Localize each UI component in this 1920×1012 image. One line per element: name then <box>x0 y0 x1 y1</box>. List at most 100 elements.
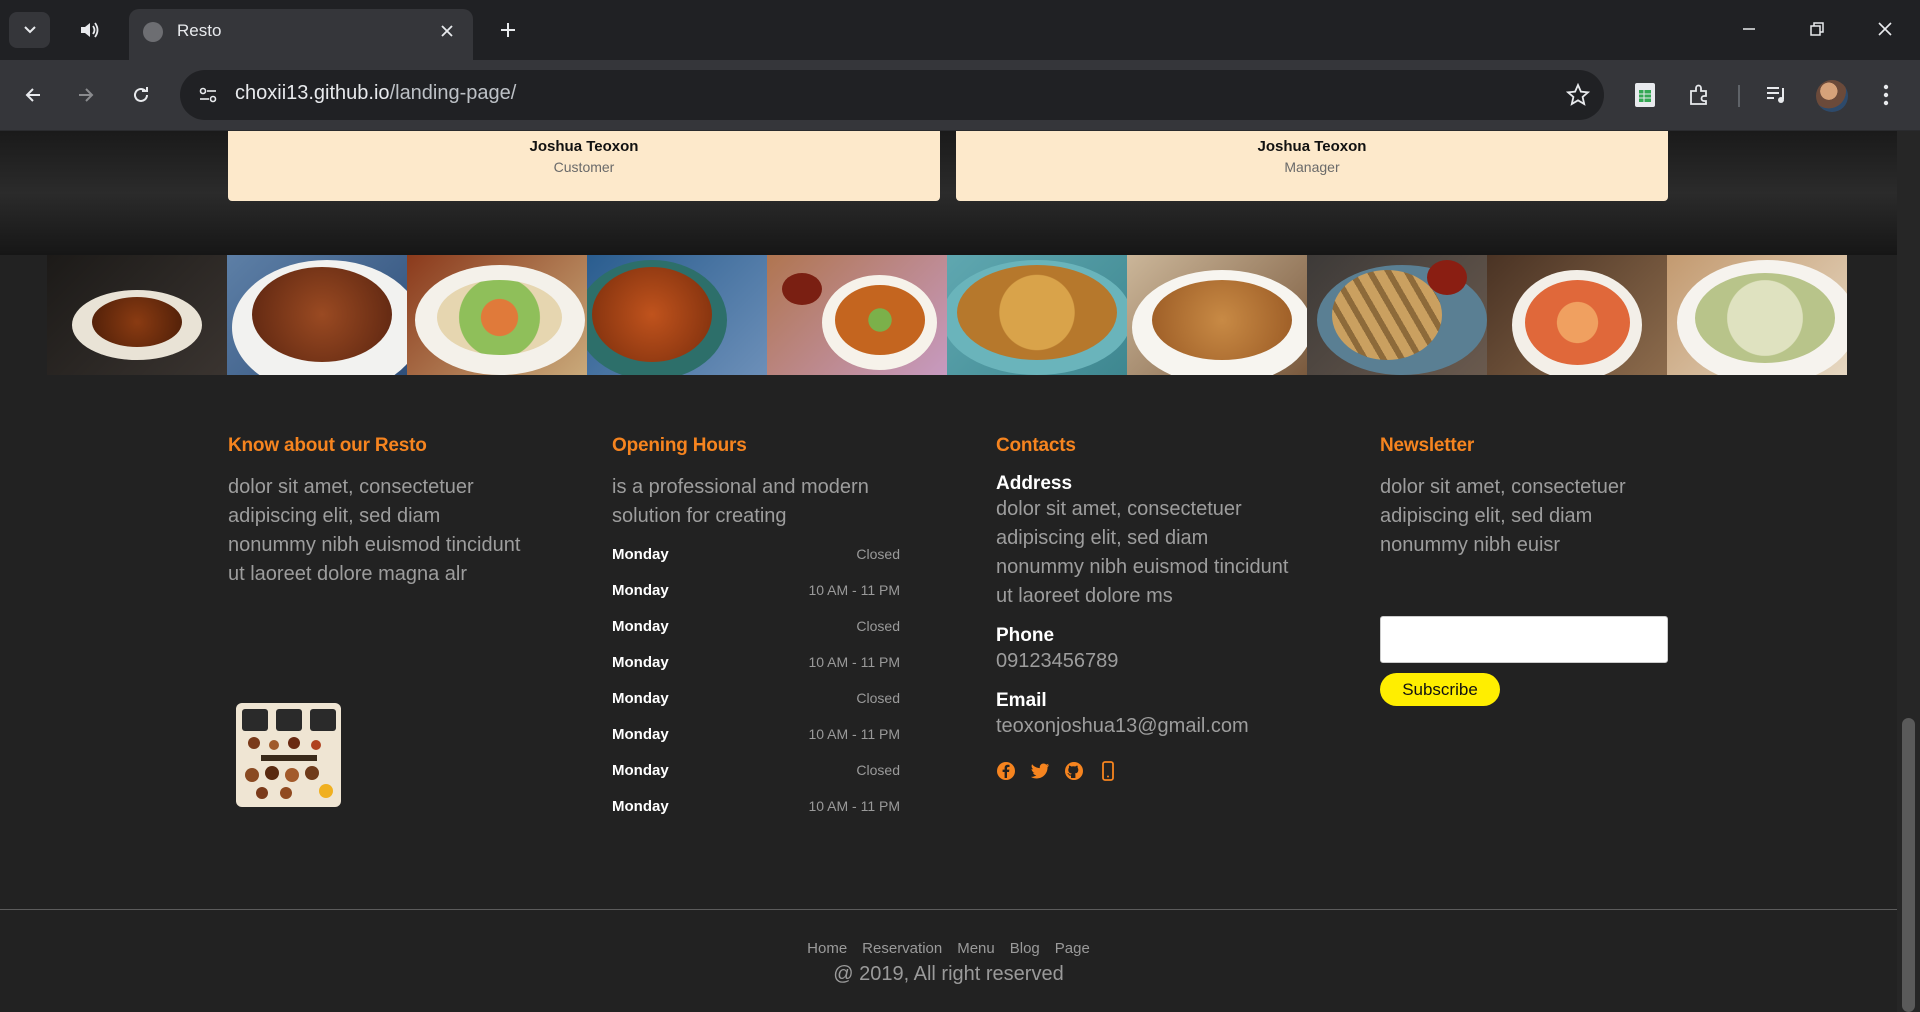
hours-row: Monday 10 AM - 11 PM <box>612 572 900 608</box>
url-text: choxii13.github.io/landing-page/ <box>235 82 516 105</box>
copyright-text: @ 2019, All right reserved <box>833 963 1064 985</box>
arrow-left-icon <box>23 85 43 105</box>
testimonial-role: Customer <box>553 159 615 175</box>
testimonial-name: Joshua Teoxon <box>529 138 639 155</box>
address-bar[interactable]: choxii13.github.io/landing-page/ <box>180 70 1604 120</box>
contacts-column: Contacts Address dolor sit amet, consect… <box>996 435 1296 781</box>
testimonial-role: Manager <box>1284 159 1340 175</box>
active-tab[interactable]: Resto <box>129 9 473 60</box>
food-photo-3[interactable] <box>407 255 587 375</box>
about-heading: Know about our Resto <box>228 435 427 456</box>
browser-menu-icon[interactable] <box>1868 77 1904 113</box>
food-photo-8[interactable] <box>1307 255 1487 375</box>
page-scrollbar[interactable] <box>1897 131 1920 1012</box>
food-photo-4[interactable] <box>587 255 767 375</box>
hours-day: Monday <box>612 617 669 635</box>
subscribe-button[interactable]: Subscribe <box>1380 673 1500 706</box>
restaurant-logo-image <box>236 703 341 807</box>
hours-column: Opening Hours is a professional and mode… <box>612 435 912 824</box>
footer-link-home[interactable]: Home <box>807 940 847 957</box>
url-host: choxii13.github.io <box>235 82 390 104</box>
twitter-icon[interactable] <box>1030 761 1050 781</box>
hours-time: Closed <box>856 762 900 778</box>
sheets-extension-icon[interactable] <box>1627 77 1663 113</box>
close-window-button[interactable] <box>1862 10 1908 48</box>
hours-row: Monday Closed <box>612 752 900 788</box>
toolbar-divider <box>1738 85 1740 107</box>
extensions-puzzle-icon[interactable] <box>1681 77 1717 113</box>
tab-title: Resto <box>177 21 222 40</box>
hours-row: Monday Closed <box>612 536 900 572</box>
facebook-icon[interactable] <box>996 761 1016 781</box>
back-button[interactable] <box>13 75 53 115</box>
hours-time: 10 AM - 11 PM <box>808 726 900 742</box>
restore-icon <box>1809 21 1825 37</box>
testimonials-section: Joshua Teoxon Customer Joshua Teoxon Man… <box>0 131 1897 255</box>
tab-strip: Resto <box>0 0 1920 60</box>
email-label: Email <box>996 690 1047 711</box>
globe-icon <box>143 22 163 42</box>
footer-link-reservation[interactable]: Reservation <box>862 940 942 957</box>
hours-row: Monday Closed <box>612 608 900 644</box>
hours-day: Monday <box>612 725 669 743</box>
phone-label: Phone <box>996 625 1055 646</box>
github-icon[interactable] <box>1064 761 1084 781</box>
hours-time: Closed <box>856 546 900 562</box>
hours-heading: Opening Hours <box>612 435 747 456</box>
food-photo-10[interactable] <box>1667 255 1847 375</box>
food-photo-9[interactable] <box>1487 255 1667 375</box>
hours-day: Monday <box>612 653 669 671</box>
hours-time: Closed <box>856 618 900 634</box>
bookmark-star-icon[interactable] <box>1564 81 1592 109</box>
food-photo-1[interactable] <box>47 255 227 375</box>
mobile-icon[interactable] <box>1098 761 1118 781</box>
email-text: teoxonjoshua13@gmail.com <box>996 715 1249 737</box>
footer-main: Know about our Resto dolor sit amet, con… <box>0 375 1897 907</box>
tab-audio-button[interactable] <box>70 14 110 46</box>
food-photo-2[interactable] <box>227 255 407 375</box>
media-control-icon[interactable] <box>1759 77 1795 113</box>
hours-day: Monday <box>612 689 669 707</box>
phone-text: 09123456789 <box>996 650 1119 672</box>
plus-icon <box>499 21 517 39</box>
newsletter-column: Newsletter dolor sit amet, consectetuer … <box>1380 435 1680 706</box>
about-column: Know about our Resto dolor sit amet, con… <box>228 435 528 807</box>
speaker-icon <box>79 20 101 40</box>
footer-nav: Home Reservation Menu Blog Page <box>0 940 1897 957</box>
forward-button[interactable] <box>66 75 106 115</box>
food-photo-5[interactable] <box>767 255 947 375</box>
hours-day: Monday <box>612 545 669 563</box>
site-info-icon[interactable] <box>190 77 226 113</box>
address-label: Address <box>996 473 1073 494</box>
testimonial-card: Joshua Teoxon Manager <box>956 131 1668 201</box>
hours-row: Monday 10 AM - 11 PM <box>612 788 900 824</box>
newsletter-email-input[interactable] <box>1380 616 1668 663</box>
arrow-right-icon <box>76 85 96 105</box>
browser-toolbar: choxii13.github.io/landing-page/ <box>0 60 1920 131</box>
footer-bottom: Home Reservation Menu Blog Page @ 2019, … <box>0 909 1897 1012</box>
hours-row: Monday Closed <box>612 680 900 716</box>
reload-button[interactable] <box>121 75 161 115</box>
footer-link-menu[interactable]: Menu <box>957 940 995 957</box>
minimize-icon <box>1741 21 1757 37</box>
profile-avatar[interactable] <box>1816 80 1848 112</box>
hours-row: Monday 10 AM - 11 PM <box>612 716 900 752</box>
scrollbar-thumb[interactable] <box>1902 718 1915 1012</box>
minimize-button[interactable] <box>1726 10 1772 48</box>
footer-link-blog[interactable]: Blog <box>1010 940 1040 957</box>
new-tab-button[interactable] <box>492 14 524 46</box>
hours-day: Monday <box>612 581 669 599</box>
close-tab-icon[interactable] <box>435 19 459 43</box>
hours-intro: is a professional and modern solution fo… <box>612 476 869 527</box>
hours-time: 10 AM - 11 PM <box>808 654 900 670</box>
hours-time: 10 AM - 11 PM <box>808 582 900 598</box>
newsletter-heading: Newsletter <box>1380 435 1475 456</box>
food-photo-7[interactable] <box>1127 255 1307 375</box>
footer-link-page[interactable]: Page <box>1055 940 1090 957</box>
url-path: /landing-page/ <box>389 82 517 104</box>
restore-button[interactable] <box>1794 10 1840 48</box>
food-photo-6[interactable] <box>947 255 1127 375</box>
tab-search-button[interactable] <box>9 12 50 48</box>
hours-row: Monday 10 AM - 11 PM <box>612 644 900 680</box>
page-viewport: Joshua Teoxon Customer Joshua Teoxon Man… <box>0 131 1897 1012</box>
